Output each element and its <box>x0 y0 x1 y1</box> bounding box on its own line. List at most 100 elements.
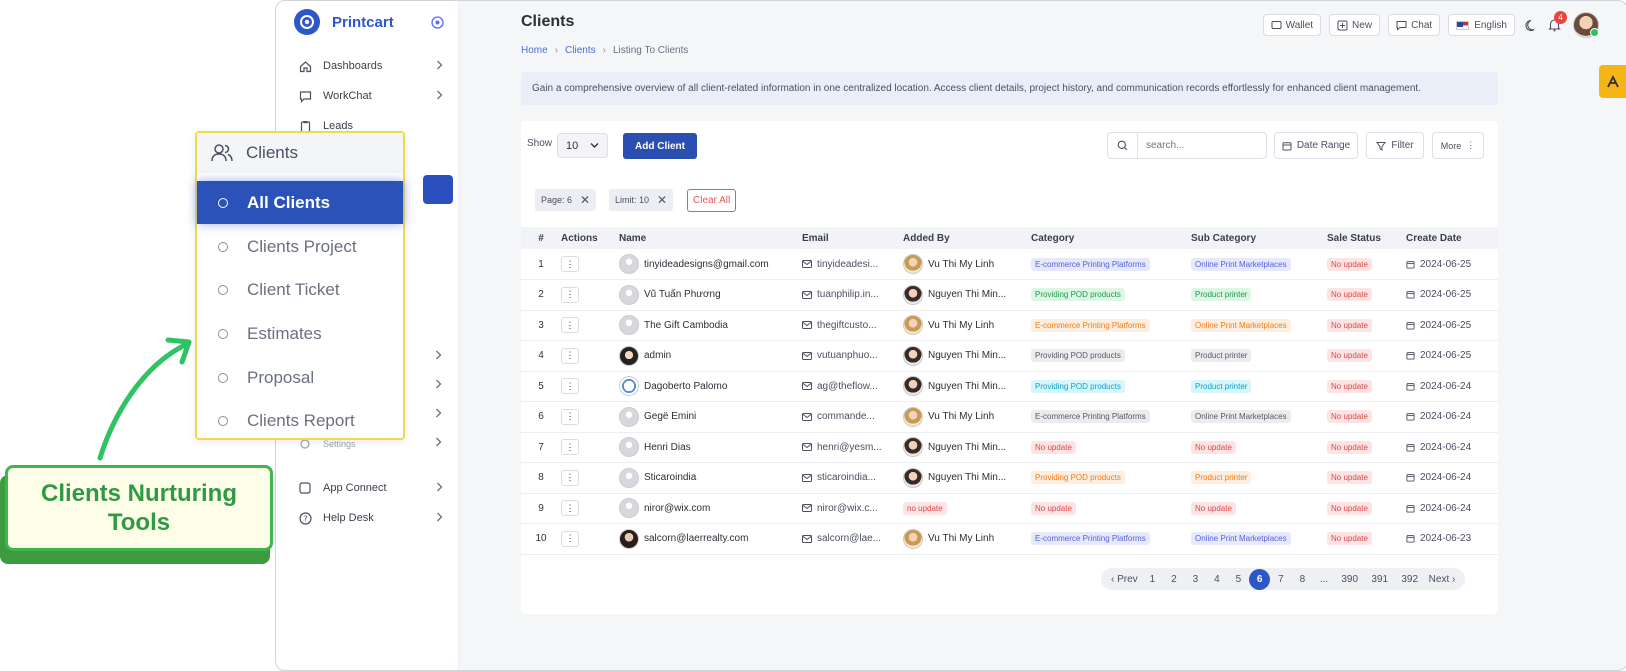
date-range-button[interactable]: Date Range <box>1274 132 1358 159</box>
row-actions-button[interactable]: ⋮ <box>561 439 579 456</box>
create-date: 2024-06-25 <box>1420 350 1472 362</box>
row-actions-button[interactable]: ⋮ <box>561 408 579 425</box>
page-button[interactable]: 1 <box>1142 574 1164 585</box>
create-date-cell: 2024-06-23 <box>1406 533 1498 544</box>
create-date: 2024-06-25 <box>1420 289 1472 301</box>
create-date-cell: 2024-06-25 <box>1406 259 1498 270</box>
subcategory-badge: Online Print Marketplaces <box>1191 318 1291 332</box>
row-actions-button[interactable]: ⋮ <box>561 469 579 486</box>
user-avatar[interactable] <box>1573 12 1599 38</box>
page-button[interactable]: 3 <box>1185 574 1207 585</box>
filter-button[interactable]: Filter <box>1366 132 1424 159</box>
prev-page-button[interactable]: ‹ Prev <box>1107 574 1142 585</box>
col-header[interactable]: Create Date <box>1406 227 1498 249</box>
submenu-item-clients-report[interactable]: Clients Report <box>197 399 403 442</box>
client-name: niror@wix.com <box>644 502 711 514</box>
sale-status-badge: No update <box>1327 318 1372 332</box>
col-header[interactable]: Name <box>619 227 802 249</box>
callout-arrow-icon <box>97 337 192 461</box>
breadcrumb-home[interactable]: Home <box>521 45 548 56</box>
row-actions-button[interactable]: ⋮ <box>561 317 579 334</box>
header-actions: Wallet New Chat English 4 <box>1255 11 1599 38</box>
mail-icon <box>802 260 812 268</box>
client-email-cell: tuanphilip.in... <box>802 289 903 300</box>
client-name-cell[interactable]: Dagoberto Palomo <box>619 376 802 397</box>
new-button[interactable]: New <box>1329 14 1381 36</box>
close-icon[interactable]: ✕ <box>657 193 667 207</box>
page-button[interactable]: 5 <box>1228 574 1250 585</box>
row-actions-button[interactable]: ⋮ <box>561 500 579 517</box>
more-label: More <box>1440 140 1462 151</box>
added-by-cell: Vu Thi My Linh <box>903 528 1031 549</box>
pagination: ‹ Prev 1 2 3 4 5 6 7 8 ... 390 391 392 N… <box>1101 568 1466 590</box>
row-actions-button[interactable]: ⋮ <box>561 378 579 395</box>
clients-submenu-overlay: Clients All Clients Clients Project Clie… <box>195 131 405 440</box>
moon-icon[interactable] <box>1525 19 1538 32</box>
row-actions-button[interactable]: ⋮ <box>561 347 579 364</box>
page-button[interactable]: 392 <box>1395 574 1425 585</box>
row-actions-button[interactable]: ⋮ <box>561 256 579 272</box>
pin-sidebar-icon[interactable] <box>431 15 444 29</box>
client-name-cell[interactable]: niror@wix.com <box>619 498 802 519</box>
page-button[interactable]: 8 <box>1292 574 1314 585</box>
chevron-right-icon <box>436 90 443 103</box>
breadcrumb-clients[interactable]: Clients <box>565 45 596 56</box>
col-header[interactable]: Email <box>802 227 903 249</box>
submenu-item-proposal[interactable]: Proposal <box>197 356 403 399</box>
language-button[interactable]: English <box>1448 14 1515 36</box>
added-by-name: Vu Thi My Linh <box>928 258 995 270</box>
added-by-cell: Vu Thi My Linh <box>903 254 1031 274</box>
client-email-cell: sticaroindia... <box>802 472 903 483</box>
submenu-item-client-ticket[interactable]: Client Ticket <box>197 268 403 311</box>
row-number: 8 <box>521 462 561 494</box>
brand[interactable]: Printcart <box>294 9 444 35</box>
sidebar-item-dashboards[interactable]: Dashboards <box>276 51 459 81</box>
page-button[interactable]: 390 <box>1335 574 1365 585</box>
breadcrumb-current: Listing To Clients <box>612 45 689 56</box>
client-name-cell[interactable]: Gegë Emini <box>619 406 802 427</box>
col-header: Actions <box>561 227 619 249</box>
table-row: 8 ⋮ Sticaroindia sticaroindia... Nguyen Thi … <box>521 462 1498 494</box>
page-button[interactable]: 391 <box>1365 574 1395 585</box>
current-page-button[interactable]: 6 <box>1249 568 1271 590</box>
row-actions-button[interactable]: ⋮ <box>561 286 579 303</box>
page-button[interactable]: 7 <box>1270 574 1292 585</box>
col-header[interactable]: Category <box>1031 227 1191 249</box>
col-header[interactable]: Added By <box>903 227 1031 249</box>
limit-select[interactable]: 10 <box>557 133 608 158</box>
client-email-cell: ag@theflow... <box>802 381 903 392</box>
close-icon[interactable]: ✕ <box>580 193 590 207</box>
create-date: 2024-06-25 <box>1420 258 1472 270</box>
page-button[interactable]: 4 <box>1206 574 1228 585</box>
col-header[interactable]: Sub Category <box>1191 227 1327 249</box>
side-tool-tab[interactable] <box>1599 65 1626 98</box>
client-name-cell[interactable]: Vũ Tuấn Phương <box>619 284 802 305</box>
submenu-item-all-clients[interactable]: All Clients <box>197 181 403 224</box>
submenu-item-clients-project[interactable]: Clients Project <box>197 225 403 268</box>
sidebar-item-app-connect[interactable]: App Connect <box>276 473 459 503</box>
brand-name: Printcart <box>332 13 394 31</box>
client-name-cell[interactable]: The Gift Cambodia <box>619 315 802 336</box>
show-label: Show <box>527 138 553 149</box>
chat-button[interactable]: Chat <box>1388 14 1441 36</box>
more-button[interactable]: More ⋮ <box>1432 132 1484 159</box>
client-name-cell[interactable]: admin <box>619 345 802 366</box>
search-input[interactable] <box>1138 140 1263 151</box>
sidebar-item-workchat[interactable]: WorkChat <box>276 81 459 111</box>
row-actions-button[interactable]: ⋮ <box>561 530 579 547</box>
client-name-cell[interactable]: Henri Dias <box>619 437 802 458</box>
bell-icon[interactable]: 4 <box>1548 11 1567 32</box>
client-name-cell[interactable]: Sticaroindia <box>619 467 802 488</box>
add-client-button[interactable]: Add Client <box>623 133 697 159</box>
submenu-item-estimates[interactable]: Estimates <box>197 312 403 355</box>
next-page-button[interactable]: Next › <box>1425 574 1460 585</box>
client-name-cell[interactable]: tinyideadesigns@gmail.com <box>619 254 802 274</box>
col-header[interactable]: Sale Status <box>1327 227 1406 249</box>
page-button[interactable]: 2 <box>1163 574 1185 585</box>
client-name-cell[interactable]: salcorn@laerrealty.com <box>619 528 802 549</box>
sidebar-item-help-desk[interactable]: ? Help Desk <box>276 503 459 533</box>
clear-all-button[interactable]: Clear All <box>687 189 737 212</box>
added-by-cell: Nguyen Thi Min... <box>903 376 1031 397</box>
wallet-button[interactable]: Wallet <box>1262 14 1322 36</box>
clients-submenu-header[interactable]: Clients <box>197 133 403 173</box>
